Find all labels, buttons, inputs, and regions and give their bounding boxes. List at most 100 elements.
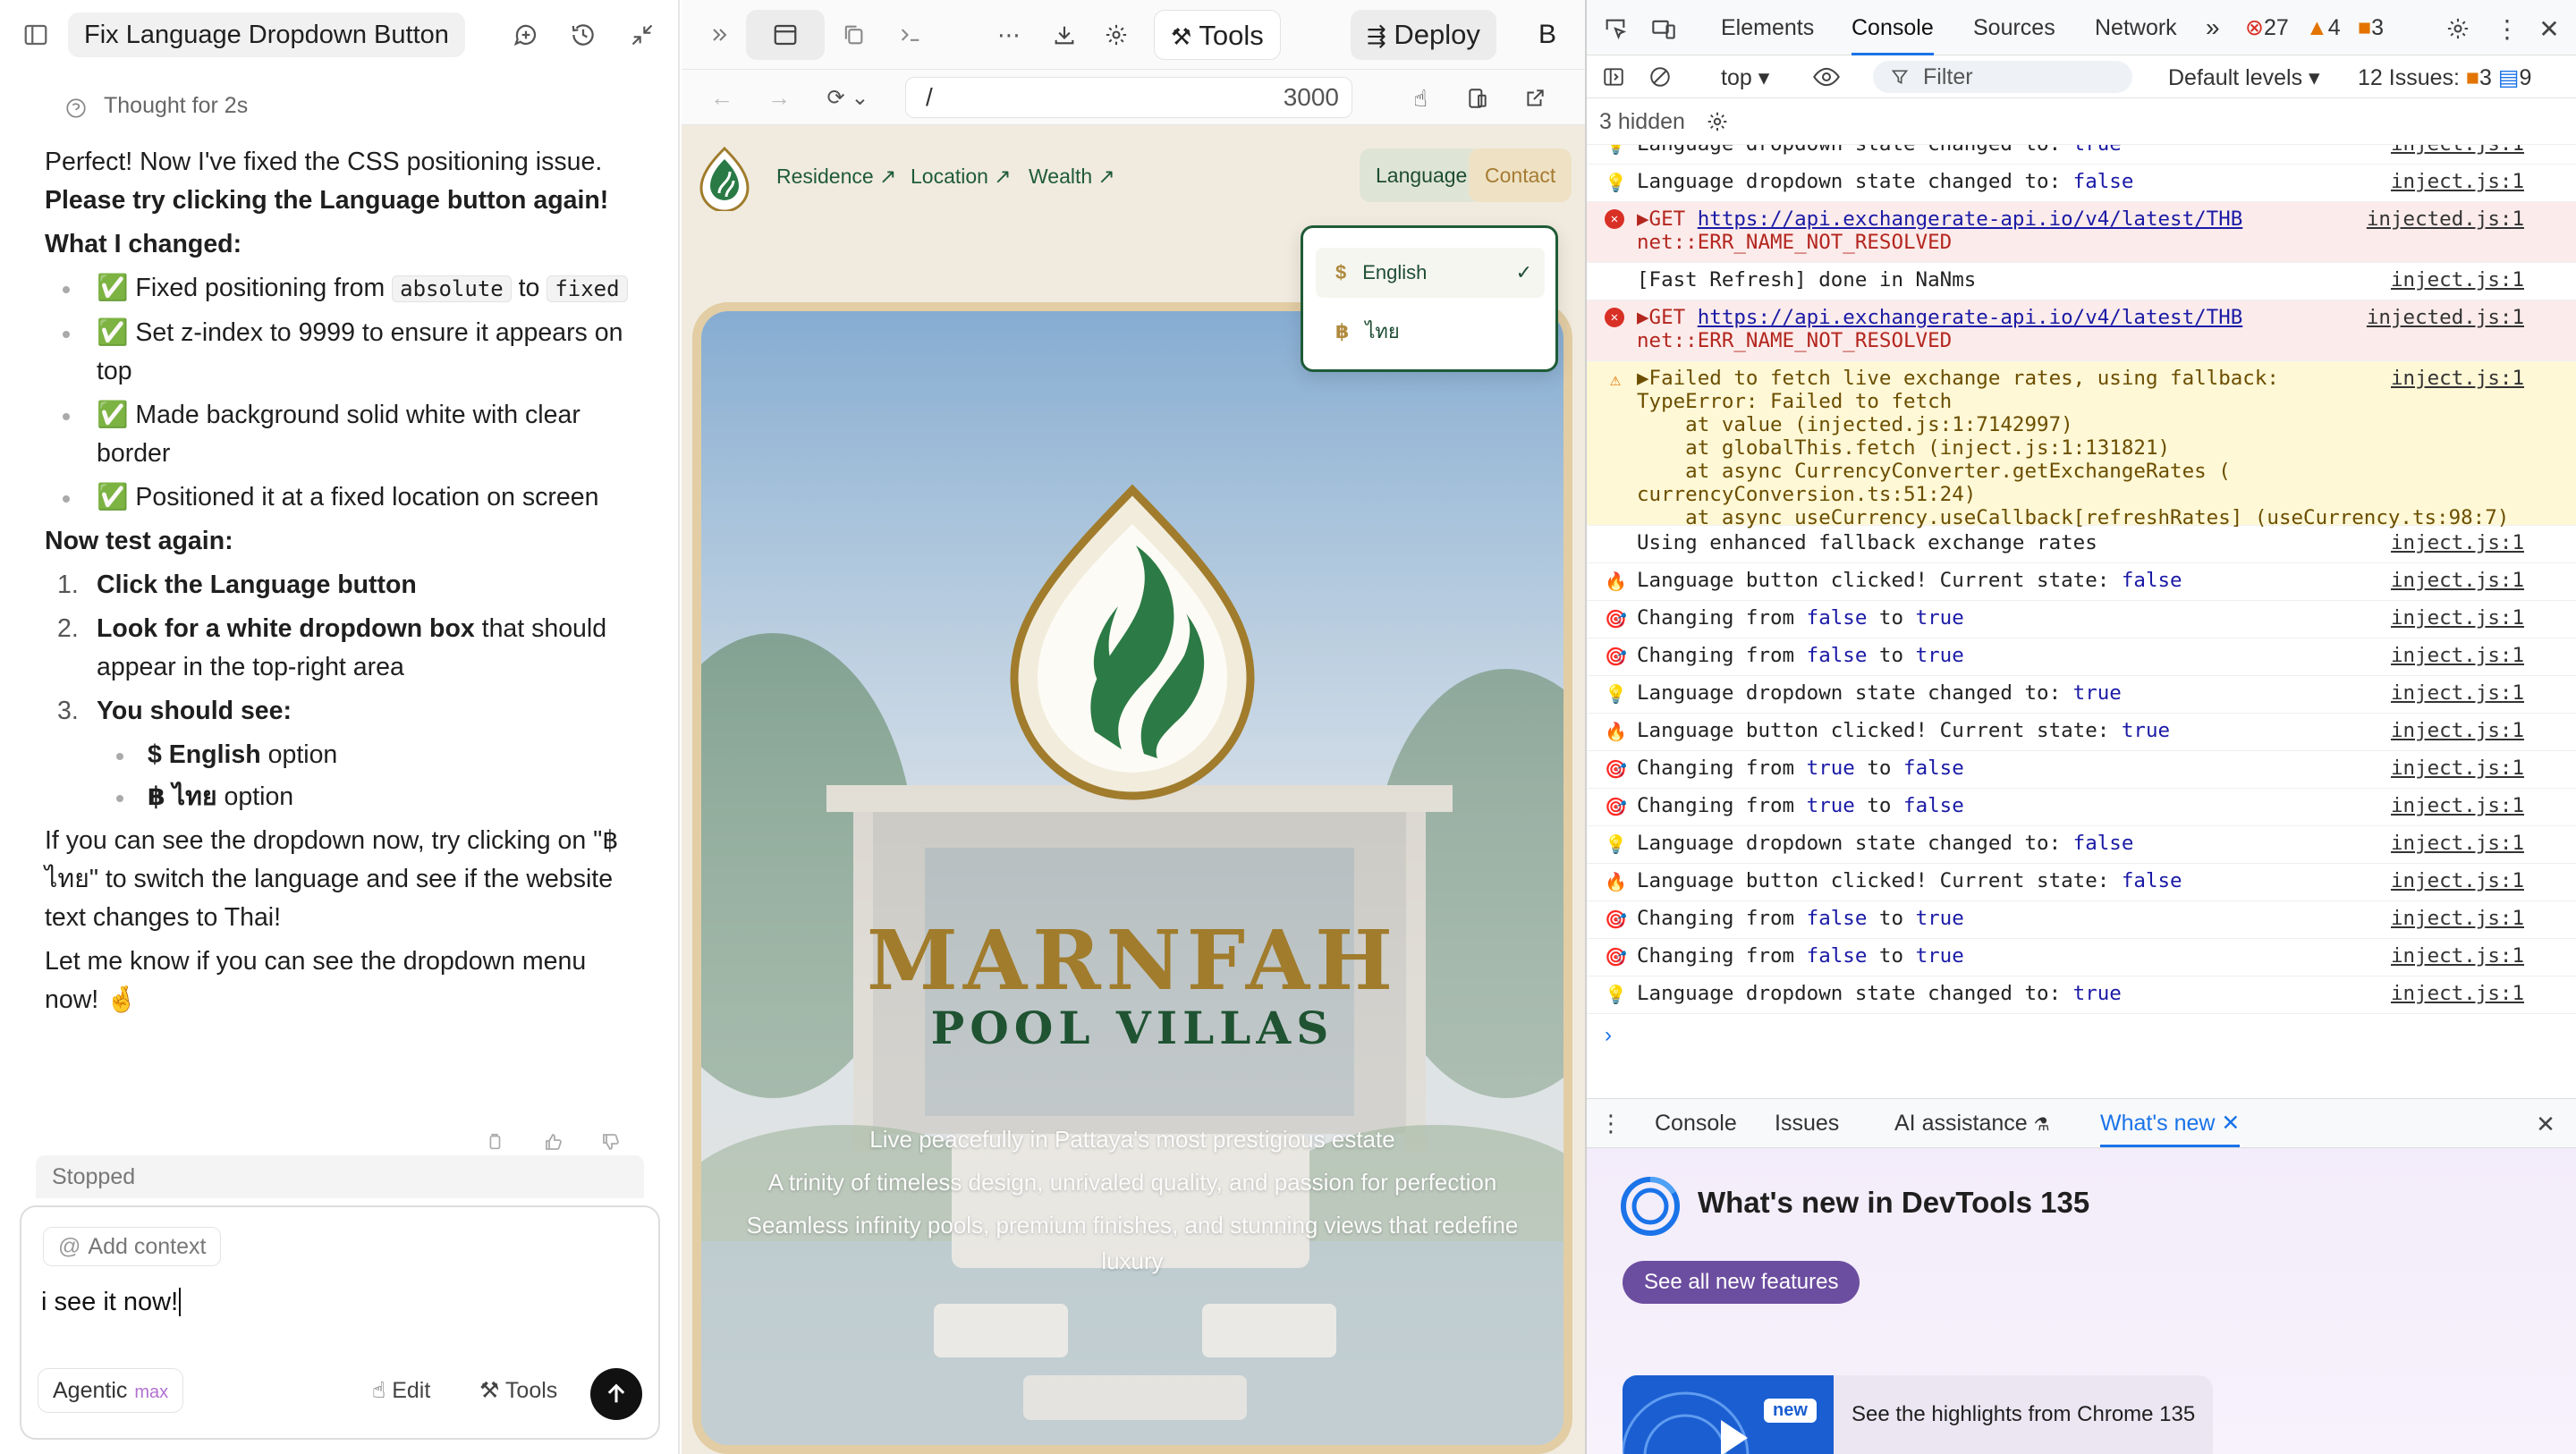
console-source-link[interactable]: injected.js:1 bbox=[2367, 207, 2524, 231]
console-log-row[interactable]: 💡 Language dropdown state changed to: tru… bbox=[1587, 145, 2576, 165]
console-source-link[interactable]: inject.js:1 bbox=[2391, 794, 2524, 817]
console-log-row[interactable]: ✕ ▶GET https://api.exchangerate-api.io/v4… bbox=[1587, 300, 2576, 361]
warning-count[interactable]: ▲4 bbox=[2306, 0, 2341, 55]
pointer-icon[interactable]: ☝ bbox=[1404, 82, 1436, 114]
tools-button[interactable]: ⚒ Tools bbox=[1154, 10, 1281, 60]
console-log-row[interactable]: 🔥 Language button clicked! Current state:… bbox=[1587, 864, 2576, 901]
issues-summary[interactable]: 12 Issues: ■3 ▤9 bbox=[2358, 64, 2531, 91]
log-levels-dropdown[interactable]: Default levels ▾ bbox=[2168, 64, 2320, 91]
console-source-link[interactable]: inject.js:1 bbox=[2391, 757, 2524, 780]
url-input[interactable]: / 3000 bbox=[905, 77, 1352, 118]
kebab-menu-icon[interactable]: ⋮ bbox=[2494, 13, 2521, 45]
console-log-row[interactable]: 🎯 Changing from false to true inject.js:1 bbox=[1587, 638, 2576, 676]
see-all-features-button[interactable]: See all new features bbox=[1623, 1261, 1860, 1304]
tab-sources[interactable]: Sources bbox=[1973, 0, 2055, 55]
console-source-link[interactable]: inject.js:1 bbox=[2391, 531, 2524, 554]
thought-label[interactable]: Thought for 2s bbox=[104, 93, 248, 119]
send-button[interactable] bbox=[590, 1368, 642, 1420]
console-log-row[interactable]: 🎯 Changing from false to true inject.js:1 bbox=[1587, 939, 2576, 976]
history-icon[interactable] bbox=[564, 15, 603, 55]
console-log-row[interactable]: 💡 Language dropdown state changed to: fal… bbox=[1587, 826, 2576, 864]
console-source-link[interactable]: inject.js:1 bbox=[2391, 170, 2524, 193]
add-context-button[interactable]: @ Add context bbox=[43, 1227, 222, 1266]
context-selector[interactable]: top ▾ bbox=[1721, 64, 1769, 91]
console-log-row[interactable]: 🎯 Changing from false to true inject.js:1 bbox=[1587, 901, 2576, 939]
copy-window-icon[interactable] bbox=[834, 15, 873, 55]
edit-button[interactable]: ☝ Edit bbox=[372, 1377, 430, 1404]
chat-input[interactable]: i see it now! bbox=[41, 1288, 182, 1317]
console-source-link[interactable]: inject.js:1 bbox=[2391, 832, 2524, 855]
inspect-icon[interactable] bbox=[1599, 13, 1631, 45]
sidebar-icon[interactable] bbox=[1599, 63, 1628, 91]
avatar[interactable]: B bbox=[1522, 10, 1572, 60]
back-icon[interactable]: ← bbox=[707, 82, 737, 113]
console-log-row[interactable]: Using enhanced fallback exchange rates in… bbox=[1587, 526, 2576, 563]
clear-console-icon[interactable] bbox=[1646, 63, 1674, 91]
language-option-english[interactable]: $ English ✓ bbox=[1316, 248, 1545, 298]
console-log-row[interactable]: [Fast Refresh] done in NaNms inject.js:1 bbox=[1587, 263, 2576, 300]
more-tabs-icon[interactable]: » bbox=[2206, 0, 2220, 55]
console-source-link[interactable]: inject.js:1 bbox=[2391, 907, 2524, 930]
chat-title[interactable]: Fix Language Dropdown Button bbox=[68, 13, 465, 57]
thumbs-down-icon[interactable] bbox=[597, 1129, 624, 1155]
error-count[interactable]: ⊗27 bbox=[2245, 0, 2289, 55]
console-source-link[interactable]: inject.js:1 bbox=[2391, 145, 2524, 156]
nav-residence-link[interactable]: Residence ↗ bbox=[776, 165, 896, 189]
console-source-link[interactable]: inject.js:1 bbox=[2391, 268, 2524, 292]
console-source-link[interactable]: inject.js:1 bbox=[2391, 569, 2524, 592]
forward-icon[interactable]: → bbox=[764, 82, 794, 113]
copy-icon[interactable] bbox=[481, 1129, 508, 1155]
language-option-thai[interactable]: ฿ไทย bbox=[1316, 307, 1545, 357]
console-log-row[interactable]: 🎯 Changing from true to false inject.js:1 bbox=[1587, 789, 2576, 826]
console-source-link[interactable]: inject.js:1 bbox=[2391, 681, 2524, 705]
console-source-link[interactable]: inject.js:1 bbox=[2391, 367, 2524, 390]
drawer-menu-icon[interactable]: ⋮ bbox=[1597, 1110, 1624, 1137]
terminal-icon[interactable] bbox=[891, 15, 930, 55]
console-source-link[interactable]: inject.js:1 bbox=[2391, 944, 2524, 968]
reload-icon[interactable]: ⟳ ⌄ bbox=[821, 82, 875, 113]
console-prompt-icon[interactable]: › bbox=[1605, 1023, 1612, 1048]
more-icon[interactable]: ⋯ bbox=[989, 15, 1029, 55]
console-source-link[interactable]: inject.js:1 bbox=[2391, 606, 2524, 630]
settings-icon[interactable] bbox=[1097, 15, 1136, 55]
close-drawer-icon[interactable]: ✕ bbox=[2531, 1110, 2560, 1138]
console-source-link[interactable]: inject.js:1 bbox=[2391, 644, 2524, 667]
eye-icon[interactable] bbox=[1809, 63, 1844, 91]
new-chat-icon[interactable] bbox=[506, 15, 546, 55]
drawer-tab-whats-new[interactable]: What's new ✕ bbox=[2100, 1099, 2241, 1147]
thumbs-up-icon[interactable] bbox=[540, 1129, 567, 1155]
drawer-tab-issues[interactable]: Issues bbox=[1775, 1099, 1839, 1147]
tools-button[interactable]: ⚒ Tools bbox=[479, 1377, 557, 1404]
console-log-row[interactable]: 🎯 Changing from true to false inject.js:1 bbox=[1587, 751, 2576, 789]
device-toolbar-icon[interactable] bbox=[1648, 13, 1680, 45]
close-tab-icon[interactable]: ✕ bbox=[2221, 1111, 2240, 1136]
console-log-row[interactable]: 💡 Language dropdown state changed to: tru… bbox=[1587, 676, 2576, 714]
contact-button[interactable]: Contact bbox=[1469, 148, 1572, 202]
console-source-link[interactable]: inject.js:1 bbox=[2391, 719, 2524, 742]
collapse-icon[interactable] bbox=[623, 15, 662, 55]
console-log-row[interactable]: ⚠ ▶Failed to fetch live exchange rates, u… bbox=[1587, 361, 2576, 529]
console-log-row[interactable]: ✕ ▶GET https://api.exchangerate-api.io/v4… bbox=[1587, 202, 2576, 263]
browser-tab-button[interactable] bbox=[746, 10, 825, 60]
drawer-tab-ai-assistance[interactable]: AI assistance ⚗ bbox=[1894, 1099, 2050, 1147]
download-icon[interactable] bbox=[1045, 15, 1084, 55]
chevrons-right-icon[interactable] bbox=[699, 15, 739, 55]
console-source-link[interactable]: inject.js:1 bbox=[2391, 869, 2524, 892]
mode-selector[interactable]: Agentic max bbox=[38, 1368, 184, 1413]
logo-icon[interactable] bbox=[699, 146, 750, 213]
console-log-row[interactable]: 💡 Language dropdown state changed to: tru… bbox=[1587, 976, 2576, 1014]
highlights-card[interactable]: new See the highlights from Chrome 135 bbox=[1623, 1375, 2213, 1454]
console-source-link[interactable]: injected.js:1 bbox=[2367, 306, 2524, 329]
console-log-row[interactable]: 🎯 Changing from false to true inject.js:1 bbox=[1587, 601, 2576, 638]
filter-input[interactable]: Filter bbox=[1873, 61, 2132, 93]
console-source-link[interactable]: inject.js:1 bbox=[2391, 982, 2524, 1005]
external-link-icon[interactable] bbox=[1519, 82, 1551, 114]
nav-wealth-link[interactable]: Wealth ↗ bbox=[1029, 165, 1115, 189]
tab-console[interactable]: Console bbox=[1852, 0, 1934, 55]
console-log-row[interactable]: 🔥 Language button clicked! Current state:… bbox=[1587, 563, 2576, 601]
console-log-row[interactable]: 🔥 Language button clicked! Current state:… bbox=[1587, 714, 2576, 751]
tab-network[interactable]: Network bbox=[2095, 0, 2177, 55]
close-icon[interactable]: ✕ bbox=[2533, 13, 2565, 45]
sidebar-toggle-icon[interactable] bbox=[16, 15, 55, 55]
nav-location-link[interactable]: Location ↗ bbox=[911, 165, 1012, 189]
